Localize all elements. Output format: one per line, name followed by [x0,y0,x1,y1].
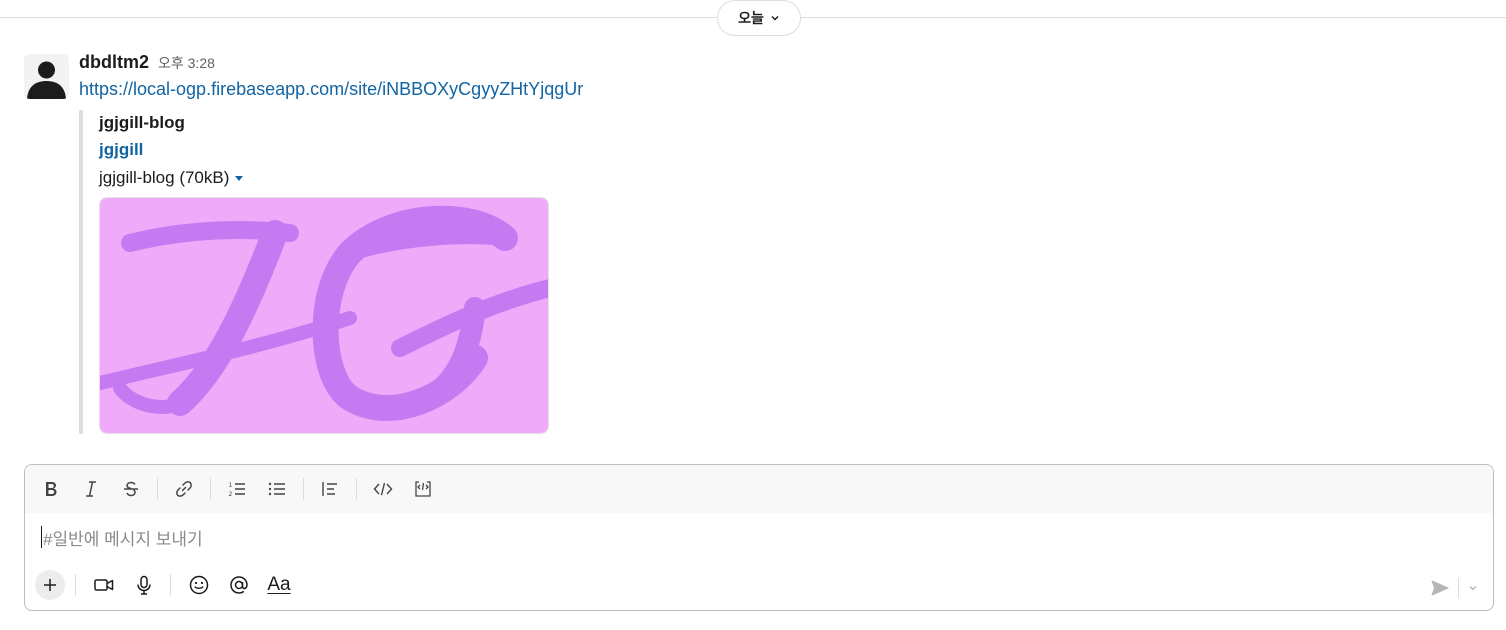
emoji-icon [189,575,209,595]
send-icon[interactable] [1430,578,1450,598]
audio-clip-button[interactable] [130,571,158,599]
message-composer: 12 #일반에 메시지 보내기 Aa [24,464,1494,611]
unfurl-file-label: jgjgill-blog (70kB) [99,168,230,187]
code-block-icon [415,481,431,497]
strikethrough-icon [124,481,138,497]
unfurl-file-toggle[interactable]: jgjgill-blog (70kB) [99,168,244,188]
bullet-list-icon [268,482,285,496]
link-button[interactable] [170,475,198,503]
timestamp[interactable]: 오후 3:28 [158,53,215,73]
svg-text:2: 2 [229,491,233,498]
date-divider-button[interactable]: 오늘 [717,0,801,36]
plus-icon [44,579,56,591]
ordered-list-icon: 12 [229,482,245,498]
toolbar-separator [210,478,211,500]
message-input[interactable]: #일반에 메시지 보내기 [41,523,1477,551]
bold-button[interactable] [37,475,65,503]
actions-separator [170,574,171,596]
composer-actions: Aa [35,568,305,602]
toolbar-separator [157,478,158,500]
attach-button[interactable] [35,570,65,600]
username[interactable]: dbdltm2 [79,52,149,73]
actions-separator [75,574,76,596]
caret-down-icon [235,176,244,181]
formatting-toggle-button[interactable]: Aa [265,571,293,599]
date-divider-label: 오늘 [738,10,764,26]
user-silhouette-icon [24,54,69,99]
avatar[interactable] [24,54,69,99]
code-icon [373,482,393,496]
emoji-button[interactable] [185,571,213,599]
italic-icon [86,481,96,497]
bullet-list-button[interactable] [263,475,291,503]
formatting-icon: Aa [267,574,291,595]
microphone-icon [137,575,151,595]
italic-button[interactable] [77,475,105,503]
ordered-list-button[interactable]: 12 [223,475,251,503]
code-block-button[interactable] [409,475,437,503]
svg-text:1: 1 [229,482,233,489]
bold-icon [46,482,57,496]
unfurl-site-link[interactable]: jgjgill [99,140,143,160]
message-header: dbdltm2 오후 3:28 [79,52,215,73]
message-input-placeholder: #일반에 메시지 보내기 [43,529,203,549]
unfurl-preview-image[interactable]: JG [99,197,549,434]
unfurl-title: jgjgill-blog [99,113,185,132]
strikethrough-button[interactable] [117,475,145,503]
jg-logo-image: JG [100,198,548,433]
chevron-down-icon [771,15,779,21]
message-link[interactable]: https://local-ogp.firebaseapp.com/site/i… [79,79,583,100]
code-button[interactable] [369,475,397,503]
send-separator [1458,578,1459,598]
unfurl-attachment-bar [79,110,83,434]
blockquote-icon [322,482,337,496]
chevron-down-icon[interactable] [1467,582,1479,594]
text-cursor [41,526,42,548]
video-clip-button[interactable] [90,571,118,599]
send-controls [1430,578,1479,598]
blockquote-button[interactable] [316,475,344,503]
toolbar-separator [356,478,357,500]
mention-icon [230,576,248,594]
mention-button[interactable] [225,571,253,599]
formatting-toolbar: 12 [25,465,1493,513]
link-icon [176,481,192,497]
toolbar-separator [303,478,304,500]
video-icon [94,579,114,591]
